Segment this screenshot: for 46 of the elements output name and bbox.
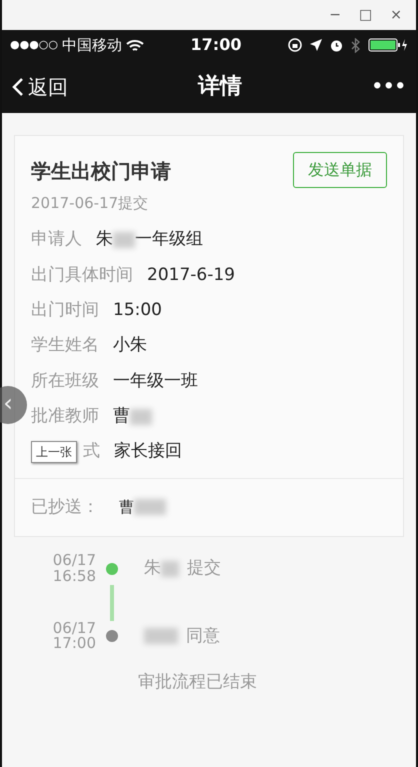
field-label: 出门具体时间: [31, 264, 133, 287]
timeline-date: 06/17: [52, 553, 96, 569]
wifi-icon: [126, 38, 144, 52]
minimize-button[interactable]: −: [329, 4, 342, 26]
timeline-time: 16:58: [52, 568, 96, 585]
field-label: 式: [83, 440, 100, 464]
request-title: 学生出校门申请: [31, 158, 171, 185]
close-button[interactable]: ×: [390, 4, 402, 26]
alarm-clock-icon: [330, 38, 343, 52]
page-title: 详情: [198, 73, 242, 101]
field-value: 小朱: [113, 334, 147, 358]
more-button[interactable]: •••: [372, 73, 406, 100]
timeline-time: 17:00: [52, 636, 96, 652]
timeline-connector: [110, 584, 114, 621]
location-arrow-icon: [310, 39, 322, 51]
field-label: 出门时间: [31, 298, 99, 322]
timeline-action: 同意: [186, 624, 220, 648]
field-value: 曹: [113, 404, 130, 428]
field-value: 2017-6-19: [147, 264, 235, 287]
bluetooth-icon: [351, 38, 360, 52]
field-label: 学生姓名: [31, 334, 99, 358]
carrier-name: 中国移动: [62, 34, 122, 56]
field-value: 朱: [96, 228, 113, 252]
cc-label: 已抄送：: [31, 496, 99, 519]
chevron-icon: [12, 76, 24, 96]
field-value: 一年级组: [135, 228, 203, 252]
back-button[interactable]: 返回: [12, 72, 68, 102]
cc-value: 曹: [119, 497, 134, 518]
submitted-date: 2017-06-17提交: [30, 193, 150, 214]
send-document-button[interactable]: 发送单据: [293, 152, 387, 188]
field-label: 申请人: [31, 228, 82, 252]
maximize-button[interactable]: □: [359, 4, 372, 26]
field-value: 15:00: [113, 298, 162, 322]
tooltip: 上一张: [31, 440, 77, 463]
battery-charging-icon: [368, 38, 408, 52]
field-value: 家长接回: [114, 440, 182, 464]
signal-dots: ●●●○○: [10, 36, 58, 53]
status-time: 17:00: [190, 34, 242, 56]
field-label: 批准教师: [31, 404, 99, 428]
timeline-action: 提交: [187, 557, 221, 580]
field-value: 一年级一班: [113, 370, 198, 393]
timeline-name: 朱: [144, 557, 161, 580]
process-status: 审批流程已结束: [138, 671, 258, 694]
timeline-date: 06/17: [52, 620, 96, 636]
field-label: 所在班级: [31, 370, 99, 393]
rotation-lock-icon: [288, 38, 302, 52]
